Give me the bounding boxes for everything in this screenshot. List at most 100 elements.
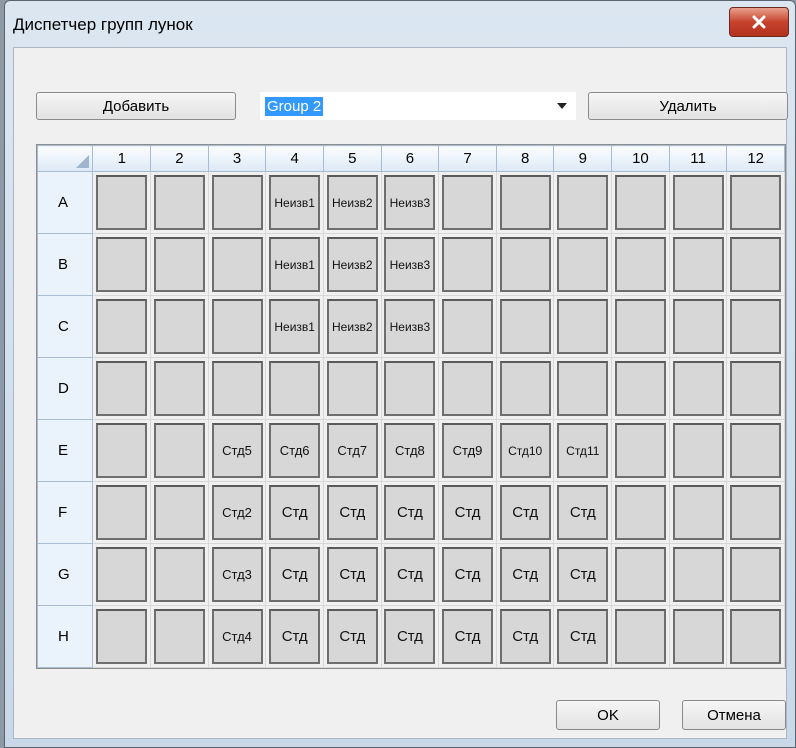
well-cell[interactable] bbox=[668, 233, 728, 296]
well-cell[interactable] bbox=[92, 295, 152, 358]
column-header[interactable]: 7 bbox=[438, 145, 497, 172]
well-cell[interactable] bbox=[495, 295, 555, 358]
well-cell[interactable] bbox=[207, 295, 267, 358]
well-cell[interactable] bbox=[611, 171, 670, 234]
well-cell[interactable]: Неизв1 bbox=[265, 233, 324, 296]
well-cell[interactable]: Стд bbox=[438, 605, 497, 668]
well-cell[interactable] bbox=[150, 481, 209, 544]
well-cell[interactable] bbox=[611, 295, 670, 358]
well-cell[interactable] bbox=[322, 357, 382, 420]
well-cell[interactable]: Стд bbox=[438, 543, 497, 606]
well-cell[interactable]: Неизв2 bbox=[322, 295, 382, 358]
well-cell[interactable] bbox=[553, 357, 613, 420]
well-cell[interactable] bbox=[495, 233, 555, 296]
column-header[interactable]: 10 bbox=[611, 145, 670, 172]
well-cell[interactable]: Стд2 bbox=[207, 481, 267, 544]
well-cell[interactable] bbox=[495, 171, 555, 234]
well-cell[interactable]: Стд bbox=[380, 543, 440, 606]
column-header[interactable]: 6 bbox=[380, 145, 440, 172]
column-header[interactable]: 11 bbox=[668, 145, 728, 172]
well-cell[interactable] bbox=[207, 171, 267, 234]
well-cell[interactable] bbox=[207, 233, 267, 296]
well-cell[interactable]: Неизв2 bbox=[322, 171, 382, 234]
well-cell[interactable] bbox=[611, 233, 670, 296]
well-cell[interactable] bbox=[553, 171, 613, 234]
well-cell[interactable] bbox=[150, 419, 209, 482]
add-group-button[interactable]: Добавить bbox=[36, 92, 236, 120]
column-header[interactable]: 1 bbox=[92, 145, 152, 172]
well-cell[interactable]: Неизв3 bbox=[380, 233, 440, 296]
well-cell[interactable]: Стд7 bbox=[322, 419, 382, 482]
row-header[interactable]: F bbox=[36, 481, 94, 544]
well-cell[interactable]: Стд bbox=[322, 481, 382, 544]
well-cell[interactable]: Стд8 bbox=[380, 419, 440, 482]
well-cell[interactable] bbox=[611, 605, 670, 668]
well-cell[interactable] bbox=[150, 171, 209, 234]
well-cell[interactable] bbox=[92, 171, 152, 234]
well-cell[interactable]: Стд bbox=[265, 481, 324, 544]
well-cell[interactable]: Стд bbox=[380, 481, 440, 544]
well-cell[interactable] bbox=[726, 357, 785, 420]
well-cell[interactable] bbox=[150, 295, 209, 358]
well-cell[interactable]: Неизв1 bbox=[265, 171, 324, 234]
select-all-corner[interactable] bbox=[36, 145, 94, 172]
well-cell[interactable] bbox=[726, 419, 785, 482]
well-cell[interactable]: Стд6 bbox=[265, 419, 324, 482]
chevron-down-icon[interactable] bbox=[557, 103, 567, 109]
well-cell[interactable] bbox=[668, 357, 728, 420]
row-header[interactable]: H bbox=[36, 605, 94, 668]
well-cell[interactable]: Стд3 bbox=[207, 543, 267, 606]
row-header[interactable]: C bbox=[36, 295, 94, 358]
row-header[interactable]: B bbox=[36, 233, 94, 296]
well-cell[interactable] bbox=[92, 419, 152, 482]
well-cell[interactable] bbox=[726, 543, 785, 606]
well-cell[interactable] bbox=[611, 543, 670, 606]
well-cell[interactable]: Стд5 bbox=[207, 419, 267, 482]
well-cell[interactable] bbox=[726, 171, 785, 234]
close-button[interactable] bbox=[729, 7, 789, 37]
well-cell[interactable] bbox=[438, 171, 497, 234]
well-cell[interactable]: Стд bbox=[495, 543, 555, 606]
column-header[interactable]: 3 bbox=[207, 145, 267, 172]
well-cell[interactable] bbox=[495, 357, 555, 420]
well-cell[interactable]: Стд bbox=[495, 481, 555, 544]
well-cell[interactable] bbox=[668, 295, 728, 358]
well-cell[interactable] bbox=[726, 481, 785, 544]
well-cell[interactable]: Стд bbox=[495, 605, 555, 668]
well-cell[interactable] bbox=[668, 543, 728, 606]
well-cell[interactable] bbox=[668, 605, 728, 668]
well-cell[interactable]: Стд bbox=[322, 543, 382, 606]
well-cell[interactable] bbox=[611, 357, 670, 420]
row-header[interactable]: A bbox=[36, 171, 94, 234]
row-header[interactable]: E bbox=[36, 419, 94, 482]
delete-group-button[interactable]: Удалить bbox=[588, 92, 788, 120]
row-header[interactable]: G bbox=[36, 543, 94, 606]
well-cell[interactable]: Стд9 bbox=[438, 419, 497, 482]
well-cell[interactable] bbox=[726, 605, 785, 668]
well-cell[interactable] bbox=[92, 605, 152, 668]
ok-button[interactable]: OK bbox=[556, 700, 660, 730]
column-header[interactable]: 8 bbox=[495, 145, 555, 172]
column-header[interactable]: 12 bbox=[726, 145, 785, 172]
well-cell[interactable]: Неизв3 bbox=[380, 171, 440, 234]
well-cell[interactable] bbox=[92, 543, 152, 606]
well-cell[interactable] bbox=[668, 481, 728, 544]
well-cell[interactable] bbox=[207, 357, 267, 420]
well-cell[interactable] bbox=[726, 233, 785, 296]
well-cell[interactable] bbox=[553, 233, 613, 296]
well-cell[interactable] bbox=[668, 419, 728, 482]
well-cell[interactable]: Неизв2 bbox=[322, 233, 382, 296]
well-cell[interactable]: Стд bbox=[553, 481, 613, 544]
well-cell[interactable] bbox=[553, 295, 613, 358]
well-cell[interactable] bbox=[150, 357, 209, 420]
well-cell[interactable] bbox=[438, 295, 497, 358]
well-cell[interactable] bbox=[92, 357, 152, 420]
well-cell[interactable] bbox=[668, 171, 728, 234]
well-cell[interactable]: Стд bbox=[553, 543, 613, 606]
well-cell[interactable]: Стд4 bbox=[207, 605, 267, 668]
well-cell[interactable]: Стд bbox=[265, 543, 324, 606]
well-cell[interactable]: Стд11 bbox=[553, 419, 613, 482]
well-cell[interactable]: Неизв1 bbox=[265, 295, 324, 358]
column-header[interactable]: 4 bbox=[265, 145, 324, 172]
well-cell[interactable] bbox=[611, 419, 670, 482]
